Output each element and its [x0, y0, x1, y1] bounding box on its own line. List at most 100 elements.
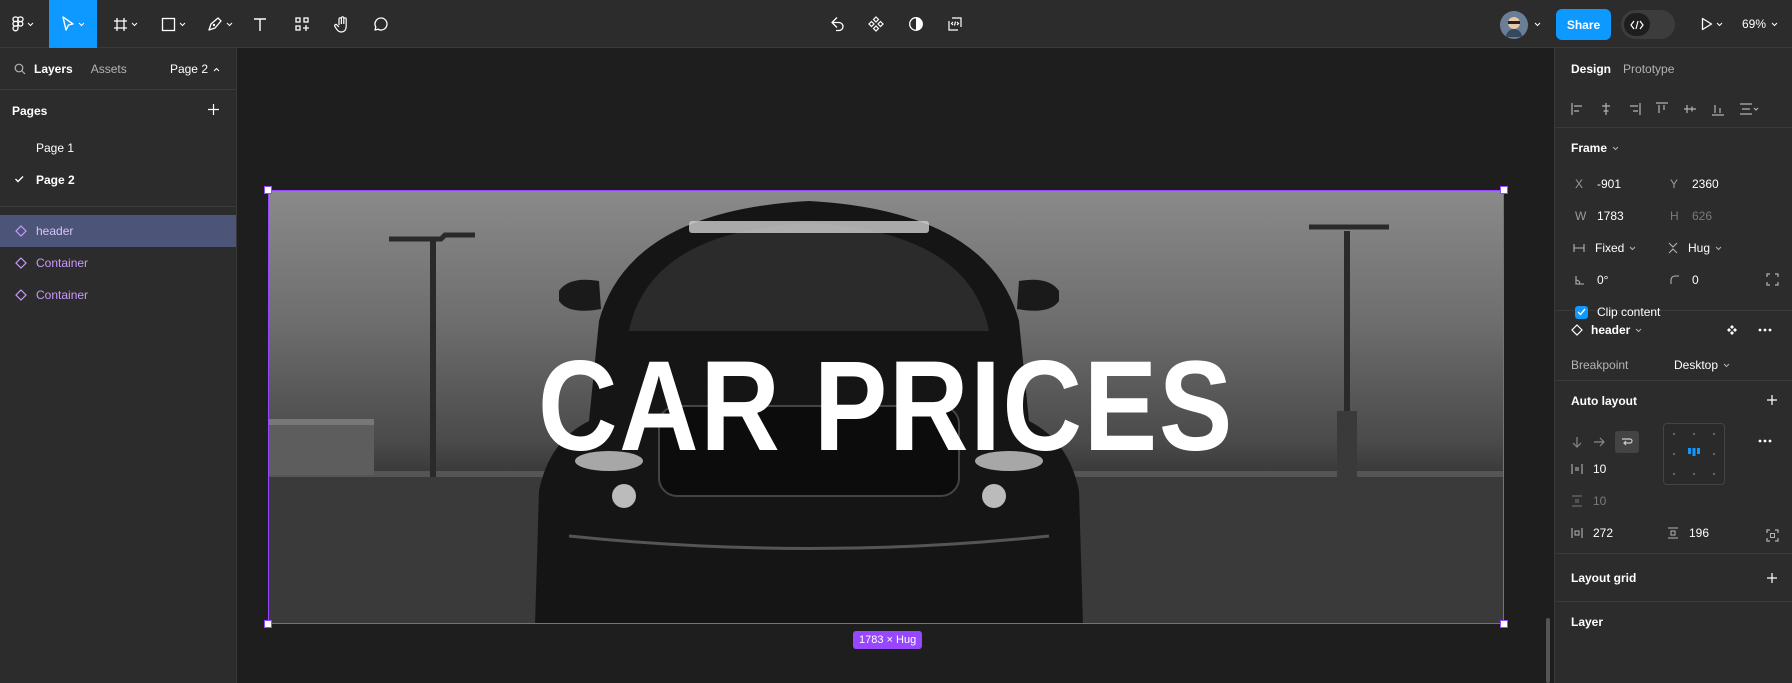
rotation-field[interactable]: 0° [1575, 273, 1608, 287]
width-mode-value: Fixed [1595, 241, 1625, 255]
component-instance-icon [15, 289, 27, 301]
y-field[interactable]: Y 2360 [1670, 177, 1719, 191]
code-icon [1630, 20, 1644, 29]
chevron-down-icon [27, 22, 34, 26]
radius-value: 0 [1692, 273, 1699, 287]
layer-header[interactable]: header [0, 215, 236, 247]
main-menu-button[interactable] [6, 0, 40, 48]
frame-tool-button[interactable] [106, 0, 144, 48]
direction-controls [1571, 431, 1639, 453]
align-bottom-icon[interactable] [1711, 102, 1725, 116]
layer-label: Container [36, 256, 89, 270]
size-row: W 1783 H 626 [1555, 200, 1792, 232]
size-label: 1783 × Hug [853, 631, 923, 649]
toolbar: Share 69% [0, 0, 1792, 48]
auto-layout-header: Auto layout [1555, 381, 1792, 421]
canvas[interactable]: CAR PRICES 1783 × Hug [237, 48, 1554, 683]
resizing-row: Fixed Hug [1555, 232, 1792, 264]
add-icon[interactable] [1766, 572, 1778, 584]
resize-handle[interactable] [1500, 620, 1508, 628]
layer-container[interactable]: Container [0, 247, 236, 279]
present-button[interactable] [1697, 0, 1727, 48]
canvas-scrollbar[interactable] [1546, 618, 1550, 683]
align-center-h-icon[interactable] [1599, 102, 1613, 116]
search-icon[interactable] [14, 63, 26, 75]
breakpoint-select[interactable]: Desktop [1674, 358, 1730, 372]
gap-field[interactable]: 10 [1571, 462, 1606, 476]
more-icon[interactable] [1758, 439, 1772, 443]
tab-assets[interactable]: Assets [91, 62, 127, 76]
move-tool-button[interactable] [49, 0, 97, 48]
text-tool-button[interactable] [248, 0, 272, 48]
frame-title: CAR PRICES [537, 335, 1235, 478]
horizontal-padding-icon [1571, 528, 1583, 538]
create-component-button[interactable] [863, 0, 889, 48]
component-instance-icon [15, 225, 27, 237]
page-switcher[interactable]: Page 2 [170, 62, 220, 76]
align-left-icon[interactable] [1571, 102, 1585, 116]
avatar[interactable] [1500, 10, 1528, 39]
frame-section-header[interactable]: Frame [1555, 128, 1792, 168]
crop-button[interactable] [942, 0, 968, 48]
more-icon[interactable] [1758, 328, 1772, 332]
horizontal-gap-icon [1571, 464, 1583, 474]
shape-tool-button[interactable] [155, 0, 191, 48]
vertical-gap-field[interactable]: 10 [1571, 494, 1606, 508]
resize-handle[interactable] [264, 620, 272, 628]
page-item-2[interactable]: Page 2 [0, 164, 236, 196]
horizontal-padding-field[interactable]: 272 [1571, 526, 1613, 540]
comment-tool-button[interactable] [368, 0, 394, 48]
go-to-main-component-icon[interactable] [1726, 324, 1738, 336]
layer-header: Layer [1555, 602, 1792, 642]
arrow-down-icon[interactable] [1571, 436, 1583, 448]
arrow-right-icon[interactable] [1593, 436, 1605, 448]
component-row: header [1555, 311, 1792, 349]
header-frame[interactable]: CAR PRICES [268, 190, 1504, 624]
component-name-select[interactable]: header [1571, 323, 1642, 337]
component-icon [868, 16, 884, 32]
zoom-control[interactable]: 69% [1742, 0, 1778, 48]
wrap-button[interactable] [1615, 431, 1639, 453]
resize-handle[interactable] [264, 186, 272, 194]
align-center-v-icon[interactable] [1683, 102, 1697, 116]
page-item-1[interactable]: Page 1 [0, 132, 236, 164]
align-top-icon[interactable] [1655, 101, 1669, 116]
x-field[interactable]: X -901 [1575, 177, 1621, 191]
h-value: 626 [1692, 209, 1713, 223]
tab-layers[interactable]: Layers [34, 62, 73, 76]
rotation-icon [1575, 276, 1584, 285]
layer-container[interactable]: Container [0, 279, 236, 311]
independent-padding-icon[interactable] [1766, 529, 1779, 542]
hand-tool-button[interactable] [329, 0, 355, 48]
multiplayer-avatars[interactable] [1500, 10, 1541, 39]
resize-handle[interactable] [1500, 186, 1508, 194]
resources-button[interactable] [289, 0, 315, 48]
y-label: Y [1670, 177, 1679, 191]
w-field[interactable]: W 1783 [1575, 209, 1624, 223]
independent-corners-icon[interactable] [1766, 273, 1779, 286]
add-icon[interactable] [1766, 394, 1778, 406]
width-mode-select[interactable]: Fixed [1573, 241, 1636, 255]
dev-mode-toggle[interactable] [1621, 10, 1675, 39]
position-row: X -901 Y 2360 [1555, 168, 1792, 200]
height-mode-select[interactable]: Hug [1668, 241, 1722, 255]
mask-button[interactable] [903, 0, 929, 48]
radius-field[interactable]: 0 [1670, 273, 1699, 287]
add-page-icon[interactable] [207, 103, 220, 116]
pen-tool-button[interactable] [202, 0, 238, 48]
tab-design[interactable]: Design [1571, 62, 1611, 76]
play-icon [1701, 17, 1713, 31]
x-label: X [1575, 177, 1584, 191]
alignment-grid[interactable] [1663, 423, 1725, 485]
alignment-toolbar [1555, 90, 1792, 128]
chevron-down-icon [1716, 22, 1723, 26]
vertical-padding-field[interactable]: 196 [1667, 526, 1709, 540]
tab-prototype[interactable]: Prototype [1623, 62, 1674, 76]
share-button[interactable]: Share [1556, 9, 1611, 40]
align-right-icon[interactable] [1627, 102, 1641, 116]
undo-history-button[interactable] [824, 0, 850, 48]
cursor-icon [62, 16, 74, 31]
distribute-icon[interactable] [1739, 102, 1759, 116]
layer-title: Layer [1571, 615, 1604, 629]
h-field[interactable]: H 626 [1670, 209, 1712, 223]
